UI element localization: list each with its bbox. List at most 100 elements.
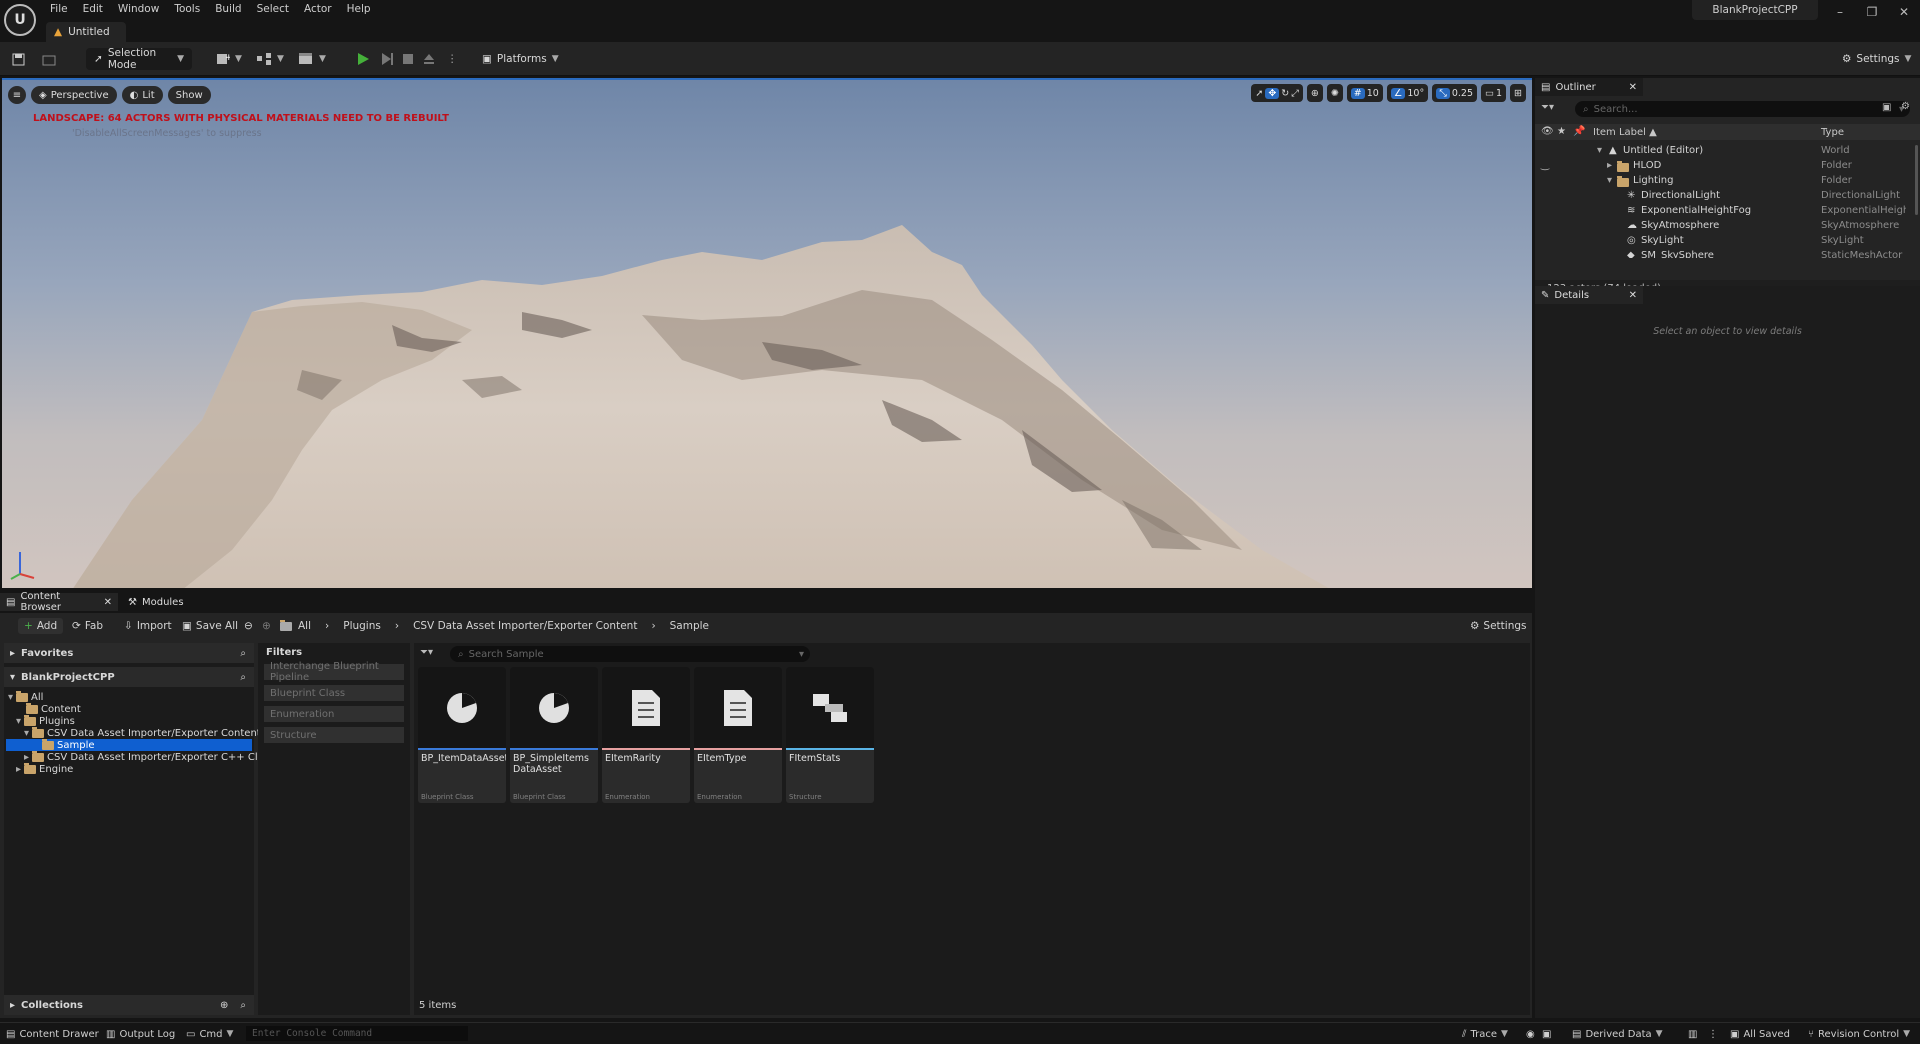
console-input[interactable]: Enter Console Command [246,1026,468,1041]
fab-button[interactable]: ⟳ Fab [72,618,103,634]
record-icon[interactable]: ◉ [1526,1027,1535,1041]
add-folder-icon[interactable]: ▣ [1882,102,1891,113]
outliner-row-directionallight[interactable]: ✳ DirectionalLight DirectionalLight [1535,190,1910,205]
rotate-icon[interactable]: ↻ [1281,88,1289,99]
favorites-section[interactable]: ▸ Favorites ⌕ [4,643,254,663]
content-browser-tab[interactable]: ▤ Content Browser ✕ [0,591,118,613]
step-icon[interactable] [380,48,394,70]
item-label-header[interactable]: Item Label ▲ [1593,127,1657,138]
save-icon[interactable] [12,48,25,70]
output-log-button[interactable]: ▥ Output Log [106,1027,175,1041]
save-all-button[interactable]: ▣ Save All [182,618,238,634]
search-icon[interactable]: ⌕ [240,672,246,683]
outliner-row-world[interactable]: ▾ ▲ Untitled (Editor) World [1535,145,1910,160]
tree-item-sample[interactable]: Sample [6,738,252,751]
blueprints-button[interactable]: ▼ [256,48,284,70]
source-control-icon[interactable]: ▥ [1688,1027,1697,1041]
revision-control-dropdown[interactable]: ⑂ Revision Control ▼ [1808,1027,1910,1041]
modules-tab[interactable]: ⚒ Modules [122,593,184,611]
tree-item-engine[interactable]: ▸ Engine [16,762,73,775]
all-saved-button[interactable]: ▣ All Saved [1730,1027,1790,1041]
surface-snap-icon[interactable]: ✺ [1326,84,1343,102]
tree-item-plugins[interactable]: ▾ Plugins [16,714,75,727]
menu-actor[interactable]: Actor [304,3,332,15]
menu-window[interactable]: Window [118,3,159,15]
filter-enumeration[interactable]: Enumeration [264,706,404,722]
outliner-row-skylight[interactable]: ◎ SkyLight SkyLight [1535,235,1910,250]
cb-settings-button[interactable]: ⚙ Settings [1470,618,1527,634]
filter-structure[interactable]: Structure [264,727,404,743]
tree-item-all[interactable]: ▾ All [8,690,43,703]
outliner-row-lighting[interactable]: ▾ Lighting Folder [1535,175,1910,190]
content-icon[interactable] [42,48,56,70]
tree-item-csv-classes[interactable]: ▸ CSV Data Asset Importer/Exporter C++ Cl… [24,750,286,763]
type-header[interactable]: Type [1821,127,1844,138]
outliner-row-hlod[interactable]: ▸ HLOD Folder [1535,160,1910,175]
close-icon[interactable]: ✕ [104,597,112,608]
scale-snap-toggle[interactable]: ⤡ 0.25 [1432,84,1477,102]
asset-search-input[interactable]: ⌕ Search Sample ▾ [450,646,810,662]
search-icon[interactable]: ⌕ [240,1000,246,1011]
project-section[interactable]: ▾ BlankProjectCPP ⌕ [4,667,254,687]
select-icon[interactable]: ➚ [1255,88,1263,99]
lit-button[interactable]: ◐ Lit [121,86,163,104]
menu-tools[interactable]: Tools [174,3,200,15]
filter-icon[interactable]: ⏷▾ [420,647,433,658]
grid-snap-toggle[interactable]: #10 [1346,84,1383,102]
filter-interchange[interactable]: Interchange Blueprint Pipeline [264,661,404,683]
menu-help[interactable]: Help [347,3,371,15]
outliner-tab[interactable]: ▤ Outliner ✕ [1535,78,1643,96]
filter-blueprint-class[interactable]: Blueprint Class [264,685,404,701]
level-viewport[interactable]: ≡ ◈ Perspective ◐ Lit Show ➚ ✥ ↻ ⤢ ⊕ ✺ #10… [2,78,1532,588]
gear-icon[interactable]: ⚙ [1901,101,1910,112]
maximize-icon[interactable]: ❐ [1856,5,1888,19]
eject-icon[interactable] [423,48,435,70]
outliner-search-input[interactable]: ⌕ Search... ▾ [1575,101,1910,117]
back-icon[interactable]: ⊖ [244,618,253,634]
close-window-icon[interactable]: ✕ [1888,5,1920,19]
outliner-scrollbar[interactable] [1915,145,1918,215]
play-button[interactable] [356,48,370,70]
tree-item-csv-content[interactable]: ▾ CSV Data Asset Importer/Exporter Conten… [24,726,261,739]
add-button[interactable]: + Add [18,618,64,634]
favorite-icon[interactable]: ★ [1557,126,1566,137]
menu-edit[interactable]: Edit [83,3,103,15]
filter-icon[interactable]: ⏷▾ [1541,102,1554,113]
add-actor-button[interactable]: + ▼ [216,48,242,70]
breadcrumb-sample[interactable]: Sample [670,620,709,632]
camera-speed-button[interactable]: ▭ 1 [1481,84,1507,102]
platforms-dropdown[interactable]: ▣ Platforms ▼ [482,48,559,70]
more-icon[interactable]: ⋮ [1708,1027,1718,1041]
menu-file[interactable]: File [50,3,68,15]
add-collection-icon[interactable]: ⊕ [220,1000,228,1011]
minimize-icon[interactable]: – [1824,5,1856,19]
move-icon[interactable]: ✥ [1265,87,1280,99]
chevron-down-icon[interactable]: ▾ [799,649,804,660]
cinematics-button[interactable]: ▼ [298,48,326,70]
close-icon[interactable]: ✕ [1629,290,1637,301]
outliner-row-skysphere[interactable]: ◆ SM_SkySphere StaticMeshActor [1535,250,1910,258]
screenshot-icon[interactable]: ▣ [1542,1027,1551,1041]
import-button[interactable]: ⇩ Import [124,618,172,634]
asset-tile[interactable]: EItemRarity Enumeration [602,667,690,803]
unreal-logo-icon[interactable]: U [4,4,36,36]
close-icon[interactable]: ✕ [1629,82,1637,93]
play-options-icon[interactable]: ⋮ [447,48,458,70]
collections-section[interactable]: ▸ Collections ⊕ ⌕ [4,995,254,1015]
folder-icon[interactable] [280,618,292,634]
pin-icon[interactable]: 📌 [1573,126,1585,137]
selection-mode-dropdown[interactable]: ➚ Selection Mode ▼ [86,47,192,71]
breadcrumb-plugins[interactable]: Plugins [343,620,381,632]
asset-tile[interactable]: BP_ItemDataAsset Blueprint Class [418,667,506,803]
menu-select[interactable]: Select [257,3,289,15]
search-icon[interactable]: ⌕ [240,648,246,659]
asset-tile[interactable]: FItemStats Structure [786,667,874,803]
stop-icon[interactable] [402,48,414,70]
tree-item-content[interactable]: Content [26,702,81,715]
asset-tile[interactable]: BP_SimpleItems DataAsset Blueprint Class [510,667,598,803]
visibility-icon[interactable]: 👁 [1541,126,1554,137]
settings-dropdown[interactable]: ⚙ Settings ▼ [1842,48,1911,70]
breadcrumb-csv-content[interactable]: CSV Data Asset Importer/Exporter Content [413,620,637,632]
asset-tile[interactable]: EItemType Enumeration [694,667,782,803]
scale-icon[interactable]: ⤢ [1291,88,1299,99]
